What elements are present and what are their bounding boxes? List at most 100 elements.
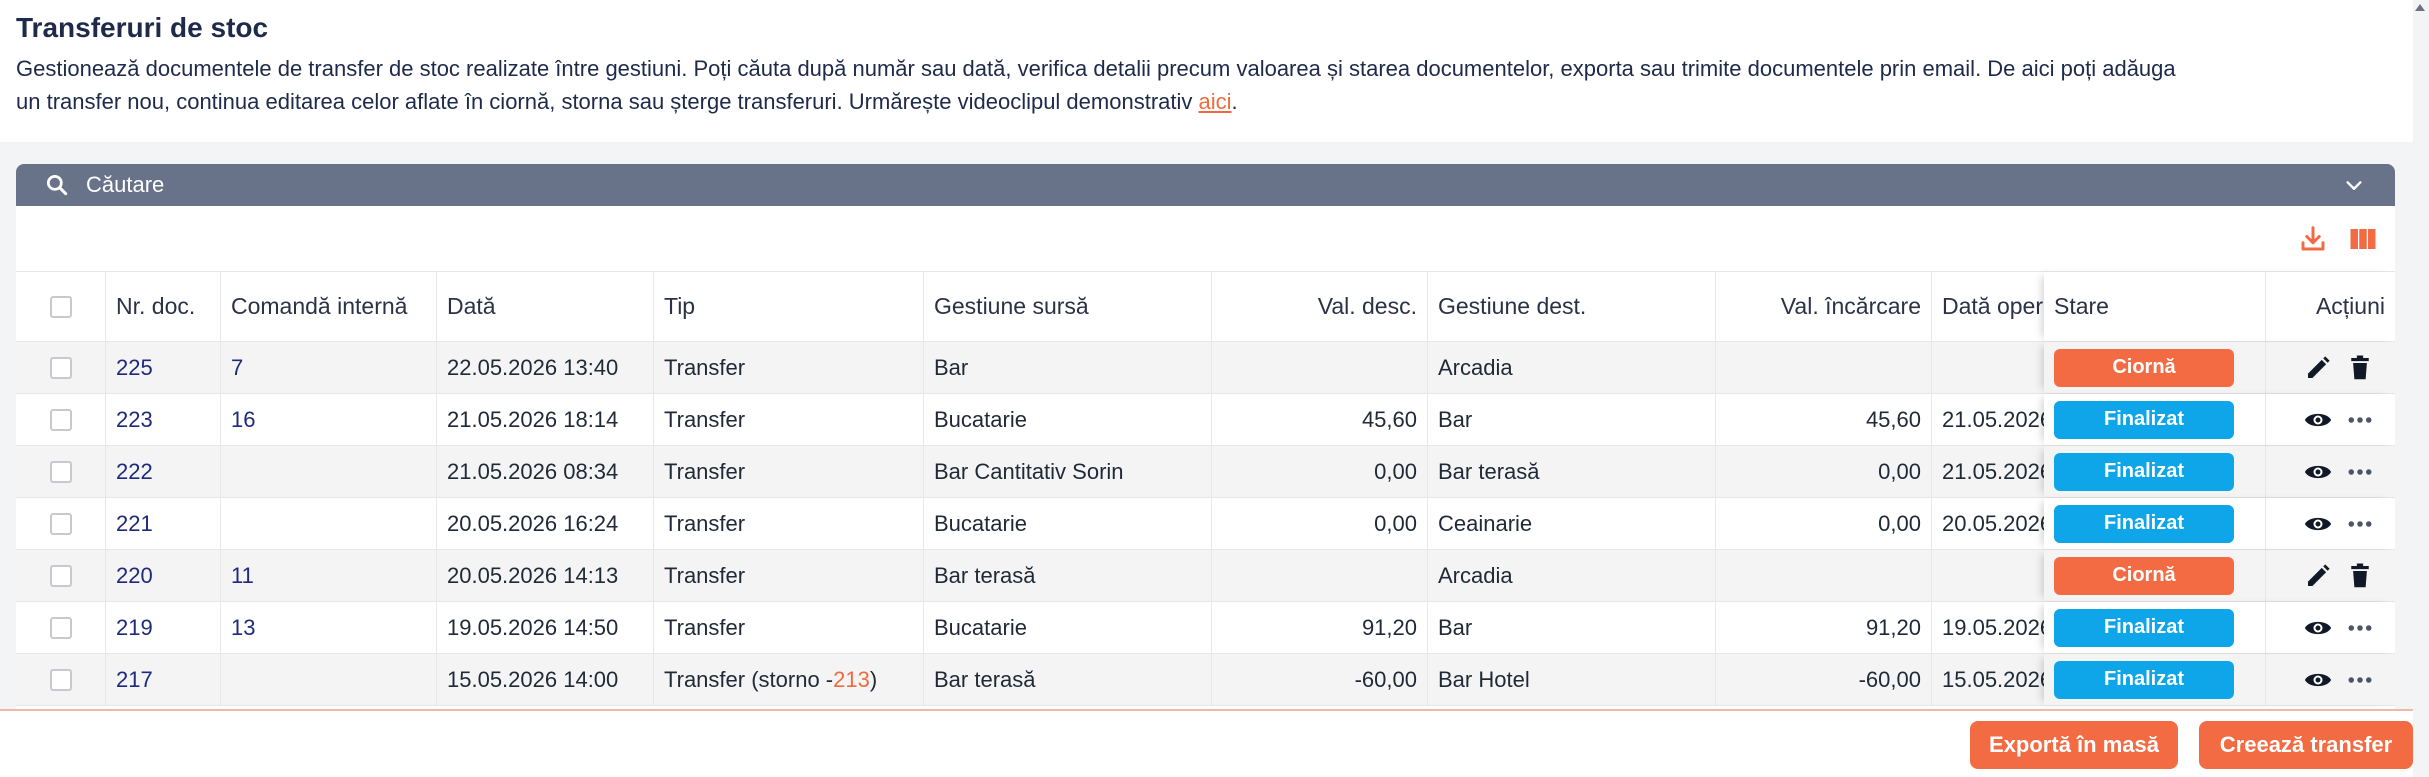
- col-op-date[interactable]: Dată oper: [1932, 272, 2060, 341]
- demo-video-link[interactable]: aici: [1199, 89, 1232, 114]
- row-internal-order[interactable]: 16: [221, 394, 437, 445]
- more-horizontal-icon[interactable]: [2345, 457, 2375, 487]
- more-horizontal-icon[interactable]: [2345, 509, 2375, 539]
- row-val-in: 0,00: [1716, 446, 1932, 497]
- row-doc-number[interactable]: 220: [106, 550, 221, 601]
- col-val-in[interactable]: Val. încărcare: [1716, 272, 1932, 341]
- storno-type-text: Transfer (storno -: [664, 666, 834, 692]
- bulk-export-button[interactable]: Exportă în masă: [1970, 721, 2178, 769]
- row-dest: Bar terasă: [1428, 446, 1716, 497]
- download-icon[interactable]: [2298, 224, 2328, 254]
- row-internal-order[interactable]: 13: [221, 602, 437, 653]
- search-panel-toggle[interactable]: Căutare: [16, 164, 2395, 206]
- table-row[interactable]: 220 11 20.05.2026 14:13 Transfer Bar terasă A…: [16, 550, 2395, 602]
- row-doc-number[interactable]: 221: [106, 498, 221, 549]
- table-row[interactable]: 225 7 22.05.2026 13:40 Transfer Bar Arcadia Ci…: [16, 342, 2395, 394]
- row-val-in: 0,00: [1716, 498, 1932, 549]
- eye-icon[interactable]: [2303, 509, 2333, 539]
- row-source: Bar: [924, 342, 1212, 393]
- row-select-cell: [16, 550, 106, 601]
- create-transfer-button[interactable]: Creează transfer: [2199, 721, 2413, 769]
- row-select-cell: [16, 394, 106, 445]
- row-checkbox[interactable]: [49, 668, 72, 691]
- col-source[interactable]: Gestiune sursă: [924, 272, 1212, 341]
- col-actions: Acțiuni: [2315, 293, 2385, 319]
- col-date[interactable]: Dată: [437, 272, 654, 341]
- status-badge: Finalizat: [2054, 400, 2234, 439]
- status-badge: Finalizat: [2054, 504, 2234, 543]
- select-all-checkbox[interactable]: [49, 295, 72, 318]
- row-sticky: Ciornă: [2044, 550, 2395, 601]
- eye-icon[interactable]: [2303, 405, 2333, 435]
- col-type[interactable]: Tip: [654, 272, 924, 341]
- page-scrollbar[interactable]: [2413, 0, 2429, 777]
- table-row[interactable]: 222 21.05.2026 08:34 Transfer Bar Cantitati…: [16, 446, 2395, 498]
- col-val-out[interactable]: Val. desc.: [1212, 272, 1428, 341]
- trash-icon[interactable]: [2345, 353, 2375, 383]
- description-text: Gestionează documentele de transfer de s…: [16, 56, 2176, 114]
- row-op-date: [1932, 550, 2060, 601]
- pencil-icon[interactable]: [2303, 353, 2333, 383]
- row-sticky: Finalizat: [2044, 654, 2395, 705]
- col-internal-order[interactable]: Comandă internă: [221, 272, 437, 341]
- row-date: 20.05.2026 16:24: [437, 498, 654, 549]
- table-row[interactable]: 223 16 21.05.2026 18:14 Transfer Bucatarie 45…: [16, 394, 2395, 446]
- row-date: 15.05.2026 14:00: [437, 654, 654, 705]
- eye-icon[interactable]: [2303, 665, 2333, 695]
- eye-icon[interactable]: [2303, 613, 2333, 643]
- row-status-cell: Finalizat: [2044, 446, 2266, 497]
- row-source: Bucatarie: [924, 394, 1212, 445]
- row-doc-number[interactable]: 219: [106, 602, 221, 653]
- row-type: Transfer: [654, 446, 924, 497]
- row-status-cell: Finalizat: [2044, 654, 2266, 705]
- row-checkbox[interactable]: [49, 564, 72, 587]
- row-doc-number[interactable]: 217: [106, 654, 221, 705]
- table-row[interactable]: 217 15.05.2026 14:00 Transfer (storno - 21…: [16, 654, 2395, 706]
- row-val-out: 0,00: [1212, 498, 1428, 549]
- row-checkbox[interactable]: [49, 460, 72, 483]
- row-val-out: 0,00: [1212, 446, 1428, 497]
- table-row[interactable]: 221 20.05.2026 16:24 Transfer Bucatarie 0,00…: [16, 498, 2395, 550]
- more-horizontal-icon[interactable]: [2345, 405, 2375, 435]
- columns-icon[interactable]: [2348, 224, 2378, 254]
- row-sticky: Finalizat: [2044, 394, 2395, 445]
- row-source: Bar Cantitativ Sorin: [924, 446, 1212, 497]
- row-doc-number[interactable]: 225: [106, 342, 221, 393]
- row-op-date: [1932, 342, 2060, 393]
- row-doc-number[interactable]: 222: [106, 446, 221, 497]
- more-horizontal-icon[interactable]: [2345, 613, 2375, 643]
- row-date: 20.05.2026 14:13: [437, 550, 654, 601]
- row-internal-order[interactable]: 11: [221, 550, 437, 601]
- row-internal-order[interactable]: 7: [221, 342, 437, 393]
- col-dest[interactable]: Gestiune dest.: [1428, 272, 1716, 341]
- row-select-cell: [16, 446, 106, 497]
- row-dest: Arcadia: [1428, 342, 1716, 393]
- row-date: 21.05.2026 08:34: [437, 446, 654, 497]
- eye-icon[interactable]: [2303, 457, 2333, 487]
- pencil-icon[interactable]: [2303, 561, 2333, 591]
- col-status[interactable]: Stare: [2044, 272, 2266, 341]
- row-val-out: 91,20: [1212, 602, 1428, 653]
- row-checkbox[interactable]: [49, 356, 72, 379]
- table-row[interactable]: 219 13 19.05.2026 14:50 Transfer Bucatarie 91…: [16, 602, 2395, 654]
- scroll-up-arrow[interactable]: [2415, 4, 2425, 11]
- row-doc-number[interactable]: 223: [106, 394, 221, 445]
- col-nr-doc[interactable]: Nr. doc.: [106, 272, 221, 341]
- chevron-down-icon[interactable]: [2343, 175, 2365, 197]
- row-internal-order: [221, 498, 437, 549]
- trash-icon[interactable]: [2345, 561, 2375, 591]
- row-select-cell: [16, 654, 106, 705]
- row-status-cell: Ciornă: [2044, 342, 2266, 393]
- row-checkbox[interactable]: [49, 408, 72, 431]
- row-op-date: 20.05.2026: [1942, 510, 2053, 536]
- row-actions: [2266, 654, 2395, 705]
- storno-reference-link[interactable]: 213: [833, 667, 870, 693]
- row-dest: Ceainarie: [1428, 498, 1716, 549]
- row-select-cell: [16, 498, 106, 549]
- row-val-in: 91,20: [1716, 602, 1932, 653]
- row-actions: [2266, 498, 2395, 549]
- more-horizontal-icon[interactable]: [2345, 665, 2375, 695]
- row-checkbox[interactable]: [49, 512, 72, 535]
- status-badge: Finalizat: [2054, 452, 2234, 491]
- row-checkbox[interactable]: [49, 616, 72, 639]
